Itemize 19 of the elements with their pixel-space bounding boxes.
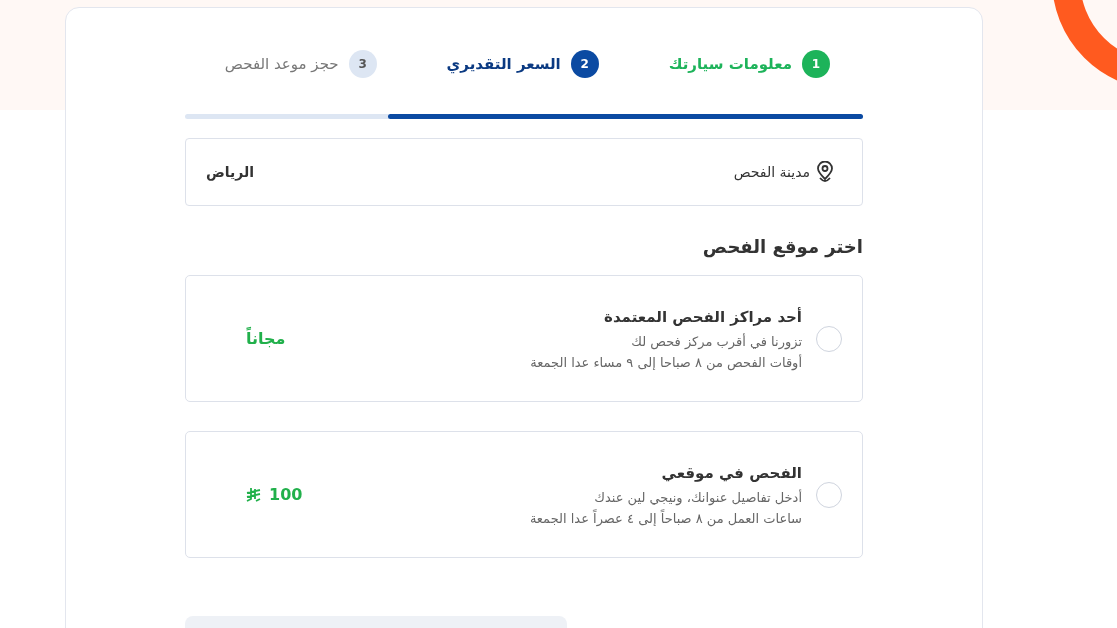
option-description: أدخل تفاصيل عنوانك، ونيجي لين عندك [593, 489, 802, 505]
city-label: مدينة الفحص [732, 164, 810, 180]
location-pin-icon [816, 161, 834, 183]
city-value: الرياض [206, 164, 255, 180]
step-number: 1 [802, 50, 830, 78]
option-title: الفحص في موقعي [660, 463, 802, 482]
price: مجاناً [246, 329, 286, 348]
section-title: اختر موقع الفحص [701, 236, 863, 257]
step-number: 2 [570, 50, 599, 78]
step-number: 3 [348, 50, 377, 78]
step-label: حجز موعد الفحص [224, 55, 339, 73]
step-label: السعر التقديري [446, 55, 561, 73]
option-description: ساعات العمل من ٨ صباحاً إلى ٤ عصراً عدا الجمعة [528, 510, 802, 526]
option-description: أوقات الفحص من ٨ صباحا إلى ٩ مساء عدا الجمعة [529, 354, 802, 370]
option-description: تزورنا في أقرب مركز فحص لك [630, 333, 802, 349]
location-option-card[interactable]: أحد مراكز الفحص المعتمدة تزورنا في أقرب مركز فحص لك أوقات الفحص من ٨ صباحا إلى ٩ مساء عدا الجمعة مجاناً [185, 275, 863, 402]
price: 100 [269, 485, 303, 504]
option-title: أحد مراكز الفحص المعتمدة [603, 307, 802, 326]
step-label: معلومات سيارتك [668, 55, 792, 73]
